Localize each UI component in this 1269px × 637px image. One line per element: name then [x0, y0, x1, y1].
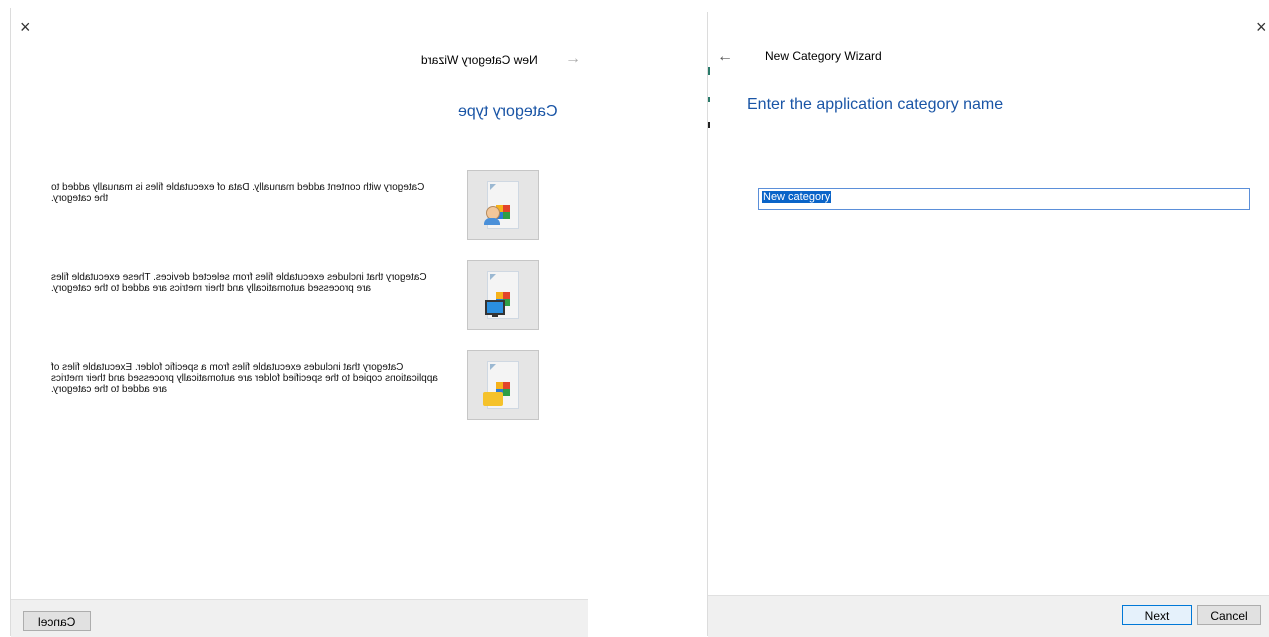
page-heading-text: Category type — [458, 103, 558, 120]
document-icon — [483, 361, 519, 409]
wizard-title: New Category Wizard — [765, 49, 882, 63]
cancel-button[interactable]: Cancel — [23, 611, 91, 631]
option-line: are processed automatically and their me… — [51, 283, 371, 294]
close-icon[interactable]: × — [20, 18, 31, 36]
wizard-title: New Category Wizard — [421, 53, 538, 67]
next-button[interactable]: Next — [1122, 605, 1192, 625]
option-description: Category with content added manually. Da… — [51, 182, 457, 204]
cancel-button-label: Cancel — [38, 615, 76, 629]
option-devices-category[interactable]: Category that includes executable files … — [11, 260, 588, 332]
option-manual-category[interactable]: Category with content added manually. Da… — [11, 170, 588, 242]
close-icon[interactable]: × — [1256, 18, 1267, 36]
category-name-value: New category — [762, 191, 832, 203]
option-description: Category that includes executable files … — [51, 272, 457, 294]
folder-category-icon[interactable] — [467, 350, 539, 420]
page-heading: Category type — [458, 103, 558, 121]
option-line: Category that includes executable files … — [51, 362, 404, 373]
option-line: applications copied to the specified fol… — [51, 373, 438, 384]
cancel-button[interactable]: Cancel — [1197, 605, 1261, 625]
forward-arrow-icon[interactable]: → — [565, 50, 581, 68]
edge-mark — [708, 122, 710, 128]
wizard-category-type-panel: × → New Category Wizard Category type Ca… — [10, 8, 588, 637]
option-line: are added to the category. — [51, 384, 168, 395]
wizard-category-name-panel: × ← New Category Wizard Enter the applic… — [707, 12, 1269, 637]
option-folder-category[interactable]: Category that includes executable files … — [11, 350, 588, 422]
option-line: the category. — [51, 193, 109, 204]
footer-bar: Next Cancel — [708, 595, 1269, 637]
option-line: Category that includes executable files … — [51, 272, 427, 283]
category-name-input[interactable]: New category — [758, 188, 1250, 210]
back-arrow-icon[interactable]: ← — [717, 48, 733, 66]
page-heading: Enter the application category name — [747, 96, 1004, 113]
edge-mark — [708, 97, 710, 102]
document-icon — [485, 271, 519, 319]
option-description: Category that includes executable files … — [51, 362, 457, 395]
footer-bar: Cancel — [11, 599, 588, 637]
wizard-title-text: New Category Wizard — [421, 53, 538, 67]
document-icon — [484, 181, 519, 229]
option-line: Category with content added manually. Da… — [51, 182, 425, 193]
manual-category-icon[interactable] — [467, 170, 539, 240]
devices-category-icon[interactable] — [467, 260, 539, 330]
edge-mark — [708, 67, 710, 75]
